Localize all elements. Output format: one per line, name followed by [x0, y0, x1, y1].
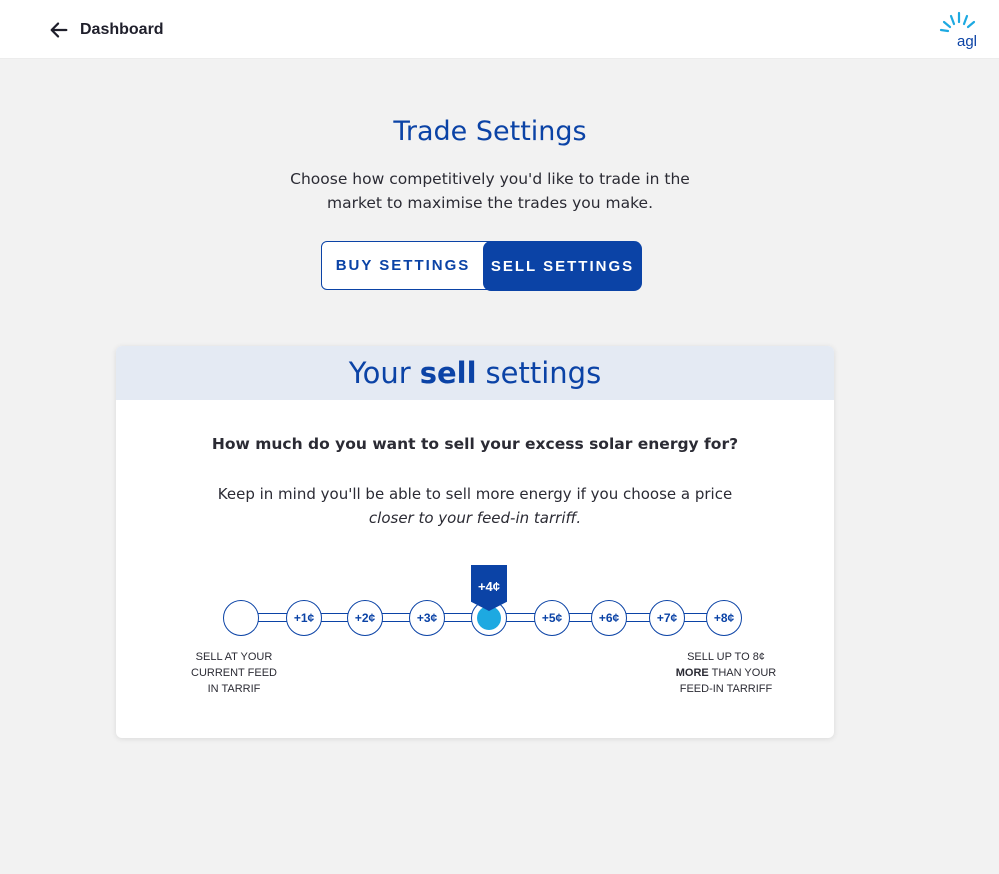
- slider-stop-label: +1¢: [293, 611, 315, 625]
- buy-sell-toggle: BUY SETTINGS SELL SETTINGS: [321, 241, 642, 291]
- slider-stop-label: +2¢: [354, 611, 376, 625]
- back-to-dashboard-link[interactable]: Dashboard: [48, 18, 164, 42]
- sell-settings-card: Your sell settings How much do you want …: [116, 346, 834, 738]
- slider-stop-8[interactable]: +8¢: [706, 600, 742, 636]
- card-heading-bold: sell: [419, 356, 477, 390]
- selected-value-flag: +4¢: [471, 565, 507, 611]
- slider-stop-7[interactable]: +7¢: [649, 600, 685, 636]
- price-slider[interactable]: +1¢ +2¢ +3¢ +5¢ +6¢ +7¢ +8¢ +4¢ SELL AT …: [116, 556, 834, 695]
- slider-stop-label: +3¢: [416, 611, 438, 625]
- slider-stop-6[interactable]: +6¢: [591, 600, 627, 636]
- agl-logo[interactable]: agl: [938, 10, 980, 50]
- slider-stop-5[interactable]: +5¢: [534, 600, 570, 636]
- buy-settings-button[interactable]: BUY SETTINGS: [321, 241, 501, 290]
- price-note-line1: Keep in mind you'll be able to sell more…: [217, 485, 733, 503]
- sell-settings-label: SELL SETTINGS: [490, 257, 635, 275]
- selected-value-label: +4¢: [477, 579, 501, 594]
- back-label: Dashboard: [80, 21, 164, 38]
- page-title: Trade Settings: [393, 116, 587, 147]
- card-heading-pre: Your: [348, 356, 411, 390]
- card-heading-post: settings: [485, 356, 602, 390]
- slider-stop-0[interactable]: [223, 600, 259, 636]
- slider-stop-3[interactable]: +3¢: [409, 600, 445, 636]
- slider-stop-label: +5¢: [541, 611, 563, 625]
- slider-stop-label: +8¢: [713, 611, 735, 625]
- slider-stop-label: +6¢: [598, 611, 620, 625]
- price-question: How much do you want to sell your excess…: [211, 435, 739, 453]
- slider-stop-label: +7¢: [656, 611, 678, 625]
- slider-stop-2[interactable]: +2¢: [347, 600, 383, 636]
- slider-stop-1[interactable]: +1¢: [286, 600, 322, 636]
- sell-settings-button[interactable]: SELL SETTINGS: [483, 241, 642, 291]
- logo-text: agl: [957, 33, 977, 50]
- card-heading: Your sell settings: [116, 346, 834, 400]
- arrow-left-icon: [50, 22, 68, 38]
- top-bar: Dashboard agl: [0, 0, 999, 59]
- slider-max-caption: SELL UP TO 8¢ MORE THAN YOUR FEED-IN TAR…: [675, 651, 777, 695]
- buy-settings-label: BUY SETTINGS: [335, 257, 471, 274]
- price-note-line2: closer to your feed-in tarriff.: [368, 509, 582, 527]
- slider-min-caption: SELL AT YOUR CURRENT FEED IN TARRIF: [191, 651, 277, 695]
- price-note: Keep in mind you'll be able to sell more…: [116, 482, 834, 530]
- page-intro: Choose how competitively you'd like to t…: [290, 170, 690, 212]
